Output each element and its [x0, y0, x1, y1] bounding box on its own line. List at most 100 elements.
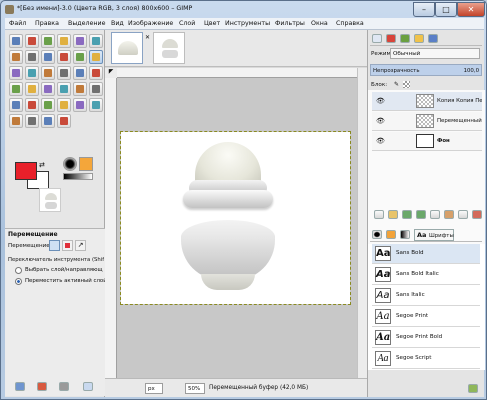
tab-channels-icon[interactable]	[386, 34, 396, 43]
tab-colormap-icon[interactable]	[428, 34, 438, 43]
brush-preview-icon[interactable]	[63, 157, 77, 171]
layer-row[interactable]: 👁 Перемещенный	[372, 112, 482, 131]
paintbrush-tool-icon[interactable]	[9, 98, 23, 112]
font-item[interactable]: Aa Segoe Print Bold	[372, 328, 480, 348]
horizontal-ruler[interactable]	[117, 68, 357, 78]
restore-tool-options-icon[interactable]	[37, 382, 47, 391]
vertical-ruler[interactable]	[105, 78, 117, 378]
pattern-preview-icon[interactable]	[79, 157, 93, 171]
menu-edit[interactable]: Правка	[35, 20, 59, 27]
radio-move-active-layer[interactable]	[15, 278, 22, 285]
image-tab-2[interactable]	[153, 32, 185, 64]
radio-pick-layer[interactable]	[15, 267, 22, 274]
active-image-thumbnail[interactable]	[39, 188, 61, 212]
close-button[interactable]: ✕	[457, 2, 485, 17]
cage-transform-tool-icon[interactable]	[25, 82, 39, 96]
menu-layer[interactable]: Слой	[179, 20, 195, 27]
scissors-select-tool-icon[interactable]	[89, 34, 103, 48]
eraser-tool-icon[interactable]	[25, 98, 39, 112]
smudge-tool-icon[interactable]	[41, 114, 55, 128]
align-tool-icon[interactable]	[9, 66, 23, 80]
image-tab-close-icon[interactable]: ✕	[145, 34, 150, 41]
tab-layers-icon[interactable]	[372, 34, 382, 43]
perspective-tool-icon[interactable]	[89, 66, 103, 80]
anchor-layer-icon[interactable]	[444, 210, 454, 219]
airbrush-tool-icon[interactable]	[41, 98, 55, 112]
heal-tool-icon[interactable]	[89, 98, 103, 112]
unit-select[interactable]: px	[145, 383, 163, 394]
font-item[interactable]: Aa Sans Bold Italic	[372, 265, 480, 285]
menu-help[interactable]: Справка	[336, 20, 364, 27]
move-tool-icon[interactable]	[89, 50, 103, 64]
menu-select[interactable]: Выделение	[68, 20, 106, 27]
menu-color[interactable]: Цвет	[204, 20, 220, 27]
bucket-fill-tool-icon[interactable]	[57, 82, 71, 96]
menu-filters[interactable]: Фильтры	[275, 20, 305, 27]
zoom-tool-icon[interactable]	[57, 50, 71, 64]
font-item[interactable]: Aa Sans Italic	[372, 286, 480, 306]
color-picker-tool-icon[interactable]	[41, 50, 55, 64]
eye-icon[interactable]: 👁	[376, 117, 385, 125]
swap-colors-icon[interactable]: ⇄	[39, 161, 45, 169]
vertical-scrollbar[interactable]	[357, 68, 367, 378]
fuzzy-select-tool-icon[interactable]	[57, 34, 71, 48]
lower-layer-icon[interactable]	[416, 210, 426, 219]
tab-paths-icon[interactable]	[400, 34, 410, 43]
foreground-color-swatch[interactable]	[15, 162, 37, 180]
clone-tool-icon[interactable]	[73, 98, 87, 112]
measure-tool-icon[interactable]	[73, 50, 87, 64]
move-layer-mode-button[interactable]	[49, 240, 60, 251]
gradient-preview-icon[interactable]	[63, 173, 93, 180]
navigation-corner-icon[interactable]: ◤	[105, 68, 117, 78]
blend-tool-icon[interactable]	[73, 82, 87, 96]
raise-layer-icon[interactable]	[402, 210, 412, 219]
menu-image[interactable]: Изображение	[128, 20, 173, 27]
tab-fonts[interactable]: Aa Шрифты	[414, 229, 454, 241]
menu-windows[interactable]: Окна	[311, 20, 328, 27]
dodge-burn-tool-icon[interactable]	[57, 114, 71, 128]
image-canvas[interactable]	[120, 131, 351, 305]
eye-icon[interactable]: 👁	[376, 97, 385, 105]
opacity-slider[interactable]: Непрозрачность 100,0	[370, 64, 482, 76]
perspective-clone-tool-icon[interactable]	[9, 114, 23, 128]
title-bar[interactable]: *[Без имени]-3.0 (Цвета RGB, 3 слоя) 800…	[1, 1, 487, 18]
text-tool-icon[interactable]	[41, 82, 55, 96]
mode-select[interactable]: Обычный	[390, 48, 480, 59]
tab-undo-icon[interactable]	[414, 34, 424, 43]
save-tool-options-icon[interactable]	[15, 382, 25, 391]
ellipse-select-tool-icon[interactable]	[25, 34, 39, 48]
zoom-select[interactable]: 50%	[185, 383, 205, 394]
shear-tool-icon[interactable]	[73, 66, 87, 80]
font-item[interactable]: Aa Segoe Script	[372, 349, 480, 369]
ink-tool-icon[interactable]	[57, 98, 71, 112]
duplicate-layer-icon[interactable]	[430, 210, 440, 219]
menu-file[interactable]: Файл	[9, 20, 26, 27]
move-path-mode-button[interactable]: ↗	[75, 240, 86, 251]
foreground-select-tool-icon[interactable]	[9, 50, 23, 64]
lock-alpha-icon[interactable]	[403, 81, 410, 88]
image-tab-1[interactable]	[111, 32, 143, 64]
maximize-button[interactable]: □	[435, 2, 457, 17]
rect-select-tool-icon[interactable]	[9, 34, 23, 48]
menu-tools[interactable]: Инструменты	[225, 20, 270, 27]
eye-icon[interactable]: 👁	[376, 137, 385, 145]
layer-mask-icon[interactable]	[458, 210, 468, 219]
layer-row[interactable]: 👁 Копия Копия Пе	[372, 92, 482, 111]
scale-tool-icon[interactable]	[57, 66, 71, 80]
delete-tool-options-icon[interactable]	[59, 382, 69, 391]
tab-gradients-icon[interactable]	[400, 230, 410, 239]
refresh-fonts-icon[interactable]	[468, 384, 478, 393]
tab-brushes-icon[interactable]	[372, 230, 382, 239]
tab-patterns-icon[interactable]	[386, 230, 396, 239]
font-item[interactable]: Aa Sans Bold	[372, 244, 480, 264]
flip-tool-icon[interactable]	[9, 82, 23, 96]
reset-tool-options-icon[interactable]	[83, 382, 93, 391]
menu-view[interactable]: Вид	[111, 20, 124, 27]
select-by-color-tool-icon[interactable]	[73, 34, 87, 48]
font-item[interactable]: Aa Segoe Print	[372, 307, 480, 327]
crop-tool-icon[interactable]	[25, 66, 39, 80]
new-layer-icon[interactable]	[374, 210, 384, 219]
paths-tool-icon[interactable]	[25, 50, 39, 64]
rotate-tool-icon[interactable]	[41, 66, 55, 80]
pencil-tool-icon[interactable]	[89, 82, 103, 96]
